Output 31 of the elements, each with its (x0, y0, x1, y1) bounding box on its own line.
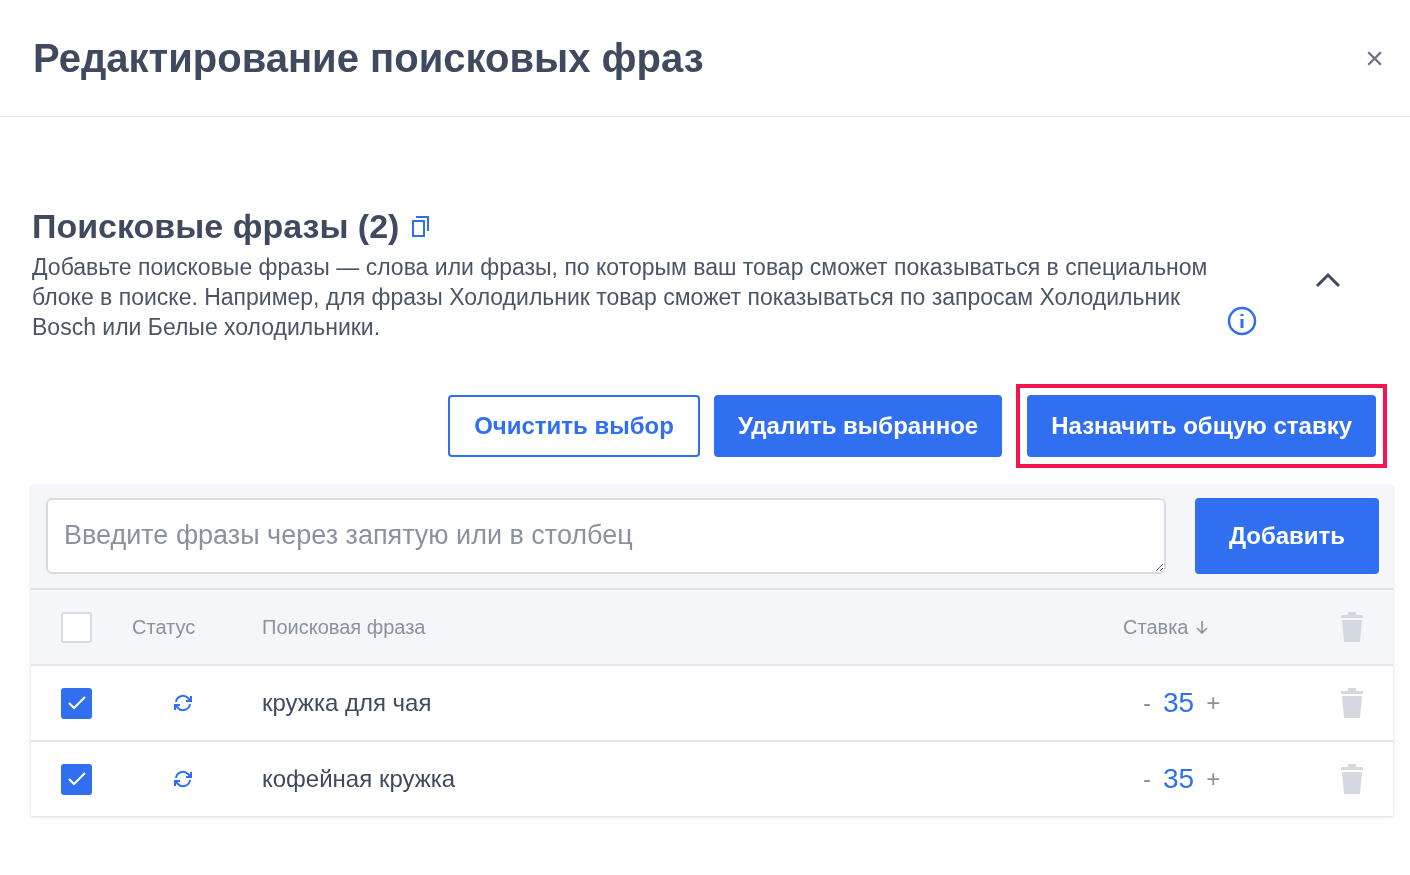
close-button[interactable]: × (1365, 42, 1384, 74)
checkbox[interactable] (61, 763, 92, 795)
sync-icon (172, 769, 194, 789)
checkbox[interactable] (61, 611, 92, 643)
decrease-button[interactable]: - (1143, 761, 1151, 797)
sync-icon (172, 693, 194, 713)
chevron-up-icon[interactable] (1315, 272, 1341, 288)
checkmark-icon (66, 771, 87, 787)
phrase-text: кофейная кружка (262, 765, 456, 792)
increase-button[interactable]: + (1206, 761, 1221, 797)
decrease-button[interactable]: - (1143, 685, 1151, 721)
arrow-down-icon[interactable] (1196, 620, 1209, 634)
increase-button[interactable]: + (1206, 685, 1221, 721)
bid-value: 35 (1163, 686, 1195, 720)
column-header: Поисковая фраза (262, 616, 426, 638)
phrase-text: кружка для чая (262, 689, 432, 716)
phrase-input[interactable]: Введите фразы через запятую или в столбец (46, 498, 1166, 574)
section-description: Добавьте поисковые фразы — слова или фразы, по которым ваш товар сможет показываться в специальном блоке в поиске. Например, для фразы Холодильник товар сможет показываться по запросам Холодильник Bosch или Белые холодильники. (32, 253, 1209, 342)
action-button[interactable]: Очистить выбор (448, 395, 700, 457)
info-icon[interactable] (1227, 306, 1257, 336)
copy-icon[interactable] (411, 215, 432, 238)
section-title: Поисковые фразы (2) (32, 206, 400, 247)
action-button[interactable]: Удалить выбранное (713, 395, 1003, 457)
bid-value: 35 (1163, 762, 1195, 796)
dialog-title: Редактирование поисковых фраз (33, 35, 704, 82)
column-header: Статус (132, 616, 196, 638)
add-button[interactable]: Добавить (1195, 498, 1379, 574)
checkmark-icon (66, 695, 87, 711)
checkbox[interactable] (61, 687, 92, 719)
action-button[interactable]: Назначить общую ставку (1027, 395, 1376, 457)
column-header[interactable]: Ставка (1123, 612, 1189, 642)
